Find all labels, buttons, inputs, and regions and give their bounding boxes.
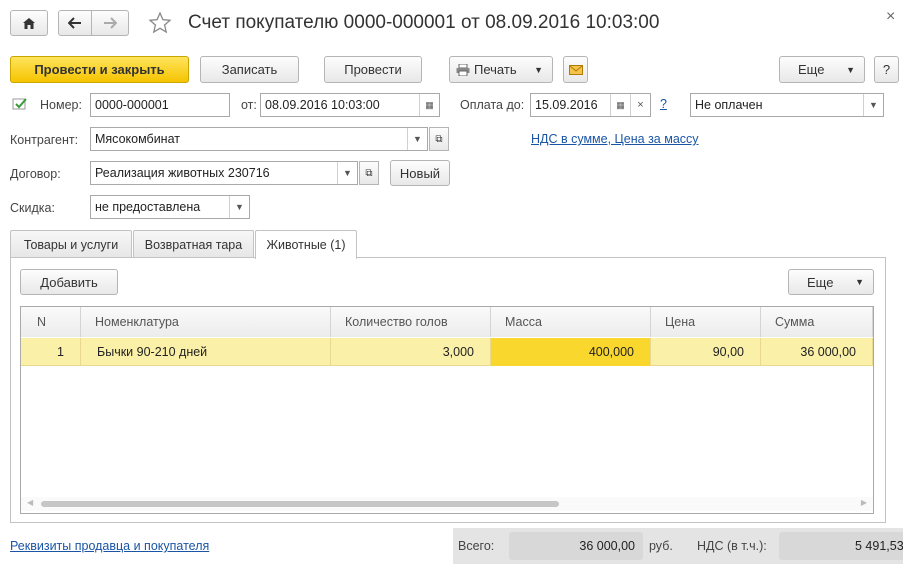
discount-label: Скидка: [10,201,55,215]
pay-until-field[interactable]: 15.09.2016 ▦ × [530,93,651,117]
number-value: 0000-000001 [95,98,169,112]
chevron-down-icon: ▼ [534,64,543,75]
horizontal-scrollbar[interactable]: ◀ ▶ [21,497,873,511]
help-button[interactable]: ? [874,56,899,83]
number-field[interactable]: 0000-000001 [90,93,230,117]
chevron-down-icon: ▼ [855,277,864,287]
post-and-close-button[interactable]: Провести и закрыть [10,56,189,83]
clear-icon[interactable]: × [630,94,650,116]
help-link[interactable]: ? [660,97,667,111]
total-label: Всего: [458,539,495,553]
calendar-icon[interactable]: ▦ [610,94,630,116]
vat-total-label: НДС (в т.ч.): [697,539,767,553]
payment-status-field[interactable]: Не оплачен ▼ [690,93,884,117]
vat-value: 5 491,53 [855,539,903,553]
cell-mass[interactable]: 400,000 [491,338,651,366]
vat-mode-link[interactable]: НДС в сумме, Цена за массу [531,132,699,146]
print-button[interactable]: Печать ▼ [449,56,553,83]
date-field[interactable]: 08.09.2016 10:03:00 ▦ [260,93,440,117]
back-button[interactable] [58,10,92,36]
scroll-left-icon[interactable]: ◀ [27,498,33,507]
discount-field[interactable]: не предоставлена ▼ [90,195,250,219]
printer-icon [456,63,470,76]
save-button[interactable]: Записать [200,56,299,83]
cell-sum[interactable]: 36 000,00 [761,338,873,366]
counterparty-value: Мясокомбинат [95,132,180,146]
arrow-left-icon [68,17,81,29]
counterparty-label: Контрагент: [10,133,79,147]
post-button[interactable]: Провести [324,56,422,83]
home-button[interactable] [10,10,48,36]
contract-field[interactable]: Реализация животных 230716 ▼ [90,161,358,185]
column-header-sum[interactable]: Сумма [761,307,873,337]
column-header-mass[interactable]: Масса [491,307,651,337]
column-header-item[interactable]: Номенклатура [81,307,331,337]
open-icon: ⧉ [435,133,443,145]
more-label: Еще [798,62,825,77]
envelope-icon [568,64,583,75]
column-header-price[interactable]: Цена [651,307,761,337]
cell-price[interactable]: 90,00 [651,338,761,366]
column-header-n[interactable]: N [21,307,81,337]
currency-label: руб. [649,539,673,553]
email-button[interactable] [563,56,588,83]
number-label: Номер: [40,98,82,112]
column-header-heads[interactable]: Количество голов [331,307,491,337]
chevron-down-icon[interactable]: ▼ [863,94,883,116]
arrow-right-icon [104,17,117,29]
close-icon[interactable]: × [886,8,895,26]
add-row-button[interactable]: Добавить [20,269,118,295]
pay-until-label: Оплата до: [460,98,525,112]
scroll-right-icon[interactable]: ▶ [861,498,867,507]
counterparty-field[interactable]: Мясокомбинат ▼ [90,127,428,151]
contract-value: Реализация животных 230716 [95,166,270,180]
total-value: 36 000,00 [579,539,635,553]
discount-value: не предоставлена [95,200,201,214]
favorite-star-icon[interactable] [148,11,172,38]
chevron-down-icon[interactable]: ▼ [407,128,427,150]
open-contract-button[interactable]: ⧉ [359,161,379,185]
table-more-button[interactable]: Еще ▼ [788,269,874,295]
cell-item[interactable]: Бычки 90-210 дней [81,338,331,366]
table-more-label: Еще [807,274,834,290]
forward-button[interactable] [91,10,129,36]
tab-returnable-packaging[interactable]: Возвратная тара [133,230,254,258]
chevron-down-icon: ▼ [846,64,855,75]
chevron-down-icon[interactable]: ▼ [337,162,357,184]
tab-animals[interactable]: Животные (1) [255,230,357,259]
date-label: от: [241,98,257,112]
calendar-icon[interactable]: ▦ [419,94,439,116]
print-label: Печать [474,62,517,77]
cell-n[interactable]: 1 [21,338,81,366]
scrollbar-thumb[interactable] [41,501,559,507]
posted-status-icon [12,97,28,114]
date-value: 08.09.2016 10:03:00 [265,98,380,112]
pay-until-value: 15.09.2016 [535,98,598,112]
contract-label: Договор: [10,167,61,181]
window-title: Счет покупателю 0000-000001 от 08.09.201… [188,12,660,33]
open-icon: ⧉ [365,167,373,179]
more-button[interactable]: Еще ▼ [779,56,865,83]
new-contract-button[interactable]: Новый [390,160,450,186]
requisites-link[interactable]: Реквизиты продавца и покупателя [10,539,209,553]
tab-goods-services[interactable]: Товары и услуги [10,230,132,258]
payment-status-value: Не оплачен [695,98,763,112]
chevron-down-icon[interactable]: ▼ [229,196,249,218]
cell-heads[interactable]: 3,000 [331,338,491,366]
open-counterparty-button[interactable]: ⧉ [429,127,449,151]
home-icon [23,17,35,29]
